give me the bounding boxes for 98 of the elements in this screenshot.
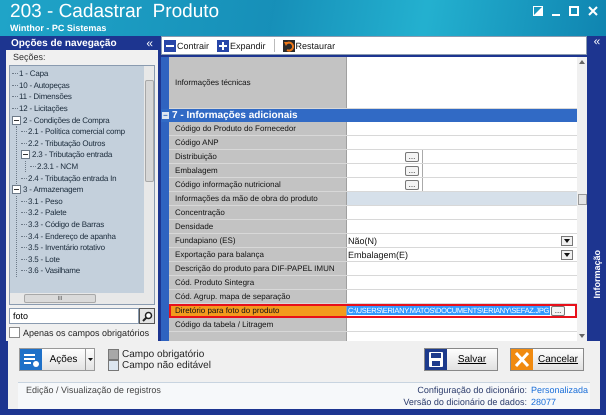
- tree-item[interactable]: 1 - Capa: [19, 69, 48, 78]
- tree-expander-icon[interactable]: [21, 150, 30, 160]
- tree-item[interactable]: 12 - Licitações: [19, 104, 68, 114]
- tree-item[interactable]: 2.2 - Tributação Outros: [28, 138, 106, 148]
- tree-item[interactable]: 11 - Dimensões: [19, 92, 72, 102]
- checkbox[interactable]: [9, 327, 20, 338]
- info-value: Personalizada: [530, 385, 588, 398]
- theme-icon[interactable]: [533, 6, 543, 16]
- toolbar-button[interactable]: Contrair: [164, 40, 210, 52]
- tree-item[interactable]: 3.4 - Endereço de apanha: [28, 232, 116, 241]
- field-label: Diretório para foto do produto: [169, 304, 347, 317]
- field-label: Cód. Produto Sintegra: [169, 276, 347, 289]
- plus-icon: [217, 40, 230, 52]
- collapse-button[interactable]: «: [146, 38, 153, 48]
- field-label: Exportação para balança: [169, 248, 347, 261]
- tree-item[interactable]: 3.2 - Palete: [28, 208, 67, 218]
- scroll-down-icon[interactable]: [579, 334, 585, 338]
- save-button[interactable]: Salvar: [424, 348, 498, 372]
- tree-item[interactable]: 2.3.1 - NCM: [37, 162, 78, 172]
- cancel-button[interactable]: Cancelar: [510, 348, 584, 372]
- navigation-title: Opções de navegação: [11, 38, 117, 48]
- tree-item[interactable]: 10 - Autopeças: [19, 80, 70, 90]
- search-field[interactable]: foto: [9, 308, 139, 324]
- sections-label: Seções:: [12, 52, 47, 62]
- legend-label: Campo não editável: [122, 360, 211, 371]
- minus-icon: [164, 40, 176, 52]
- ellipsis-button[interactable]: ...: [551, 306, 566, 316]
- field-label: Concentração: [169, 206, 347, 219]
- tree-item[interactable]: 3 - Armazenagem: [23, 185, 84, 194]
- tree-item[interactable]: 2.4 - Tributação entrada In: [28, 174, 116, 183]
- scrollbar-thumb[interactable]: [578, 194, 586, 204]
- section-header[interactable]: − 7 - Informações adicionais: [161, 109, 577, 122]
- field-label: Informações técnicas: [169, 57, 347, 108]
- vertical-scrollbar[interactable]: [577, 57, 587, 341]
- dropdown-field[interactable]: Não(N): [347, 234, 577, 247]
- scroll-up-icon[interactable]: [579, 60, 585, 64]
- ellipsis-button[interactable]: ...: [405, 152, 419, 162]
- tree-item[interactable]: 3.6 - Vasilhame: [28, 266, 80, 276]
- tree-item[interactable]: 3.5 - Lote: [28, 254, 60, 264]
- input-field[interactable]: [347, 262, 577, 275]
- field-label: Fundapiano (ES): [169, 234, 347, 247]
- section-title: 7 - Informações adicionais: [172, 110, 298, 121]
- collapse-icon[interactable]: −: [162, 112, 169, 119]
- ellipsis-button[interactable]: ...: [405, 180, 419, 190]
- lookup-field[interactable]: ...: [347, 164, 577, 177]
- restore-icon: [282, 40, 295, 52]
- close-icon[interactable]: [588, 6, 598, 16]
- tree-item[interactable]: 2.3 - Tributação entrada: [32, 150, 112, 160]
- window-title: 203 - Cadastrar Produto: [10, 1, 220, 23]
- lookup-field[interactable]: ...: [347, 178, 577, 191]
- input-field[interactable]: [347, 122, 577, 135]
- input-field[interactable]: [347, 290, 577, 303]
- field-label: Cód. Agrup. mapa de separação: [169, 290, 347, 303]
- field-label: Código da tabela / Litragem: [169, 318, 347, 331]
- input-field[interactable]: [347, 57, 577, 108]
- field-label: Código do Produto do Fornecedor: [169, 122, 347, 135]
- toolbar-button[interactable]: Expandir: [217, 40, 266, 52]
- info-label: Configuração do dicionário:: [416, 385, 527, 398]
- caret-icon[interactable]: [88, 358, 92, 362]
- legend-label: Campo obrigatório: [122, 348, 204, 360]
- tree-item[interactable]: 3.1 - Peso: [28, 196, 62, 206]
- input-field[interactable]: [347, 276, 577, 289]
- window-subtitle: Winthor - PC Sistemas: [10, 23, 108, 33]
- lookup-field[interactable]: ...: [347, 150, 577, 163]
- field-label: Distribuição: [169, 150, 347, 163]
- checkbox-label: Apenas os campos obrigatórios: [23, 328, 150, 338]
- dropdown-arrow-icon[interactable]: [561, 250, 573, 260]
- maximize-icon[interactable]: [569, 6, 579, 16]
- dropdown-arrow-icon[interactable]: [561, 236, 573, 246]
- input-field[interactable]: [347, 220, 577, 233]
- tree-item[interactable]: 3.3 - Código de Barras: [28, 220, 104, 230]
- dropdown-field[interactable]: Embalagem(E): [347, 248, 577, 261]
- field-label: Descrição do produto para DIF-PAPEL IMUN: [169, 262, 347, 275]
- vertical-scrollbar[interactable]: [144, 66, 154, 293]
- info-value: 28077: [530, 397, 557, 409]
- field-label: Código ANP: [169, 136, 347, 149]
- input-field[interactable]: [347, 318, 577, 331]
- search-button[interactable]: [139, 308, 155, 324]
- collapse-button[interactable]: «: [594, 36, 600, 46]
- actions-button[interactable]: Ações: [19, 348, 95, 372]
- tree-item[interactable]: 3.5 - Inventário rotativo: [28, 243, 105, 252]
- toolbar-button[interactable]: Restaurar: [282, 40, 336, 52]
- tree-expander-icon[interactable]: [12, 116, 21, 125]
- input-field[interactable]: [347, 206, 577, 219]
- tree-item[interactable]: 2.1 - Política comercial comp: [28, 127, 125, 136]
- info-label: Versão do dicionário de dados:: [403, 397, 527, 409]
- field-label: Densidade: [169, 220, 347, 233]
- ellipsis-button[interactable]: ...: [405, 166, 419, 176]
- field-label: Embalagem: [169, 164, 347, 177]
- input-field[interactable]: [347, 192, 577, 205]
- status-text: Edição / Visualização de registros: [26, 385, 161, 398]
- field-label: Informações da mão de obra do produto: [169, 192, 347, 205]
- list-gear-icon: [20, 349, 42, 370]
- tree-item[interactable]: 2 - Condições de Compra: [23, 116, 110, 125]
- cancel-x-icon: [511, 349, 533, 370]
- tree-expander-icon[interactable]: [12, 185, 21, 194]
- input-field[interactable]: [347, 136, 577, 149]
- field-label: Código informação nutricional: [169, 178, 347, 191]
